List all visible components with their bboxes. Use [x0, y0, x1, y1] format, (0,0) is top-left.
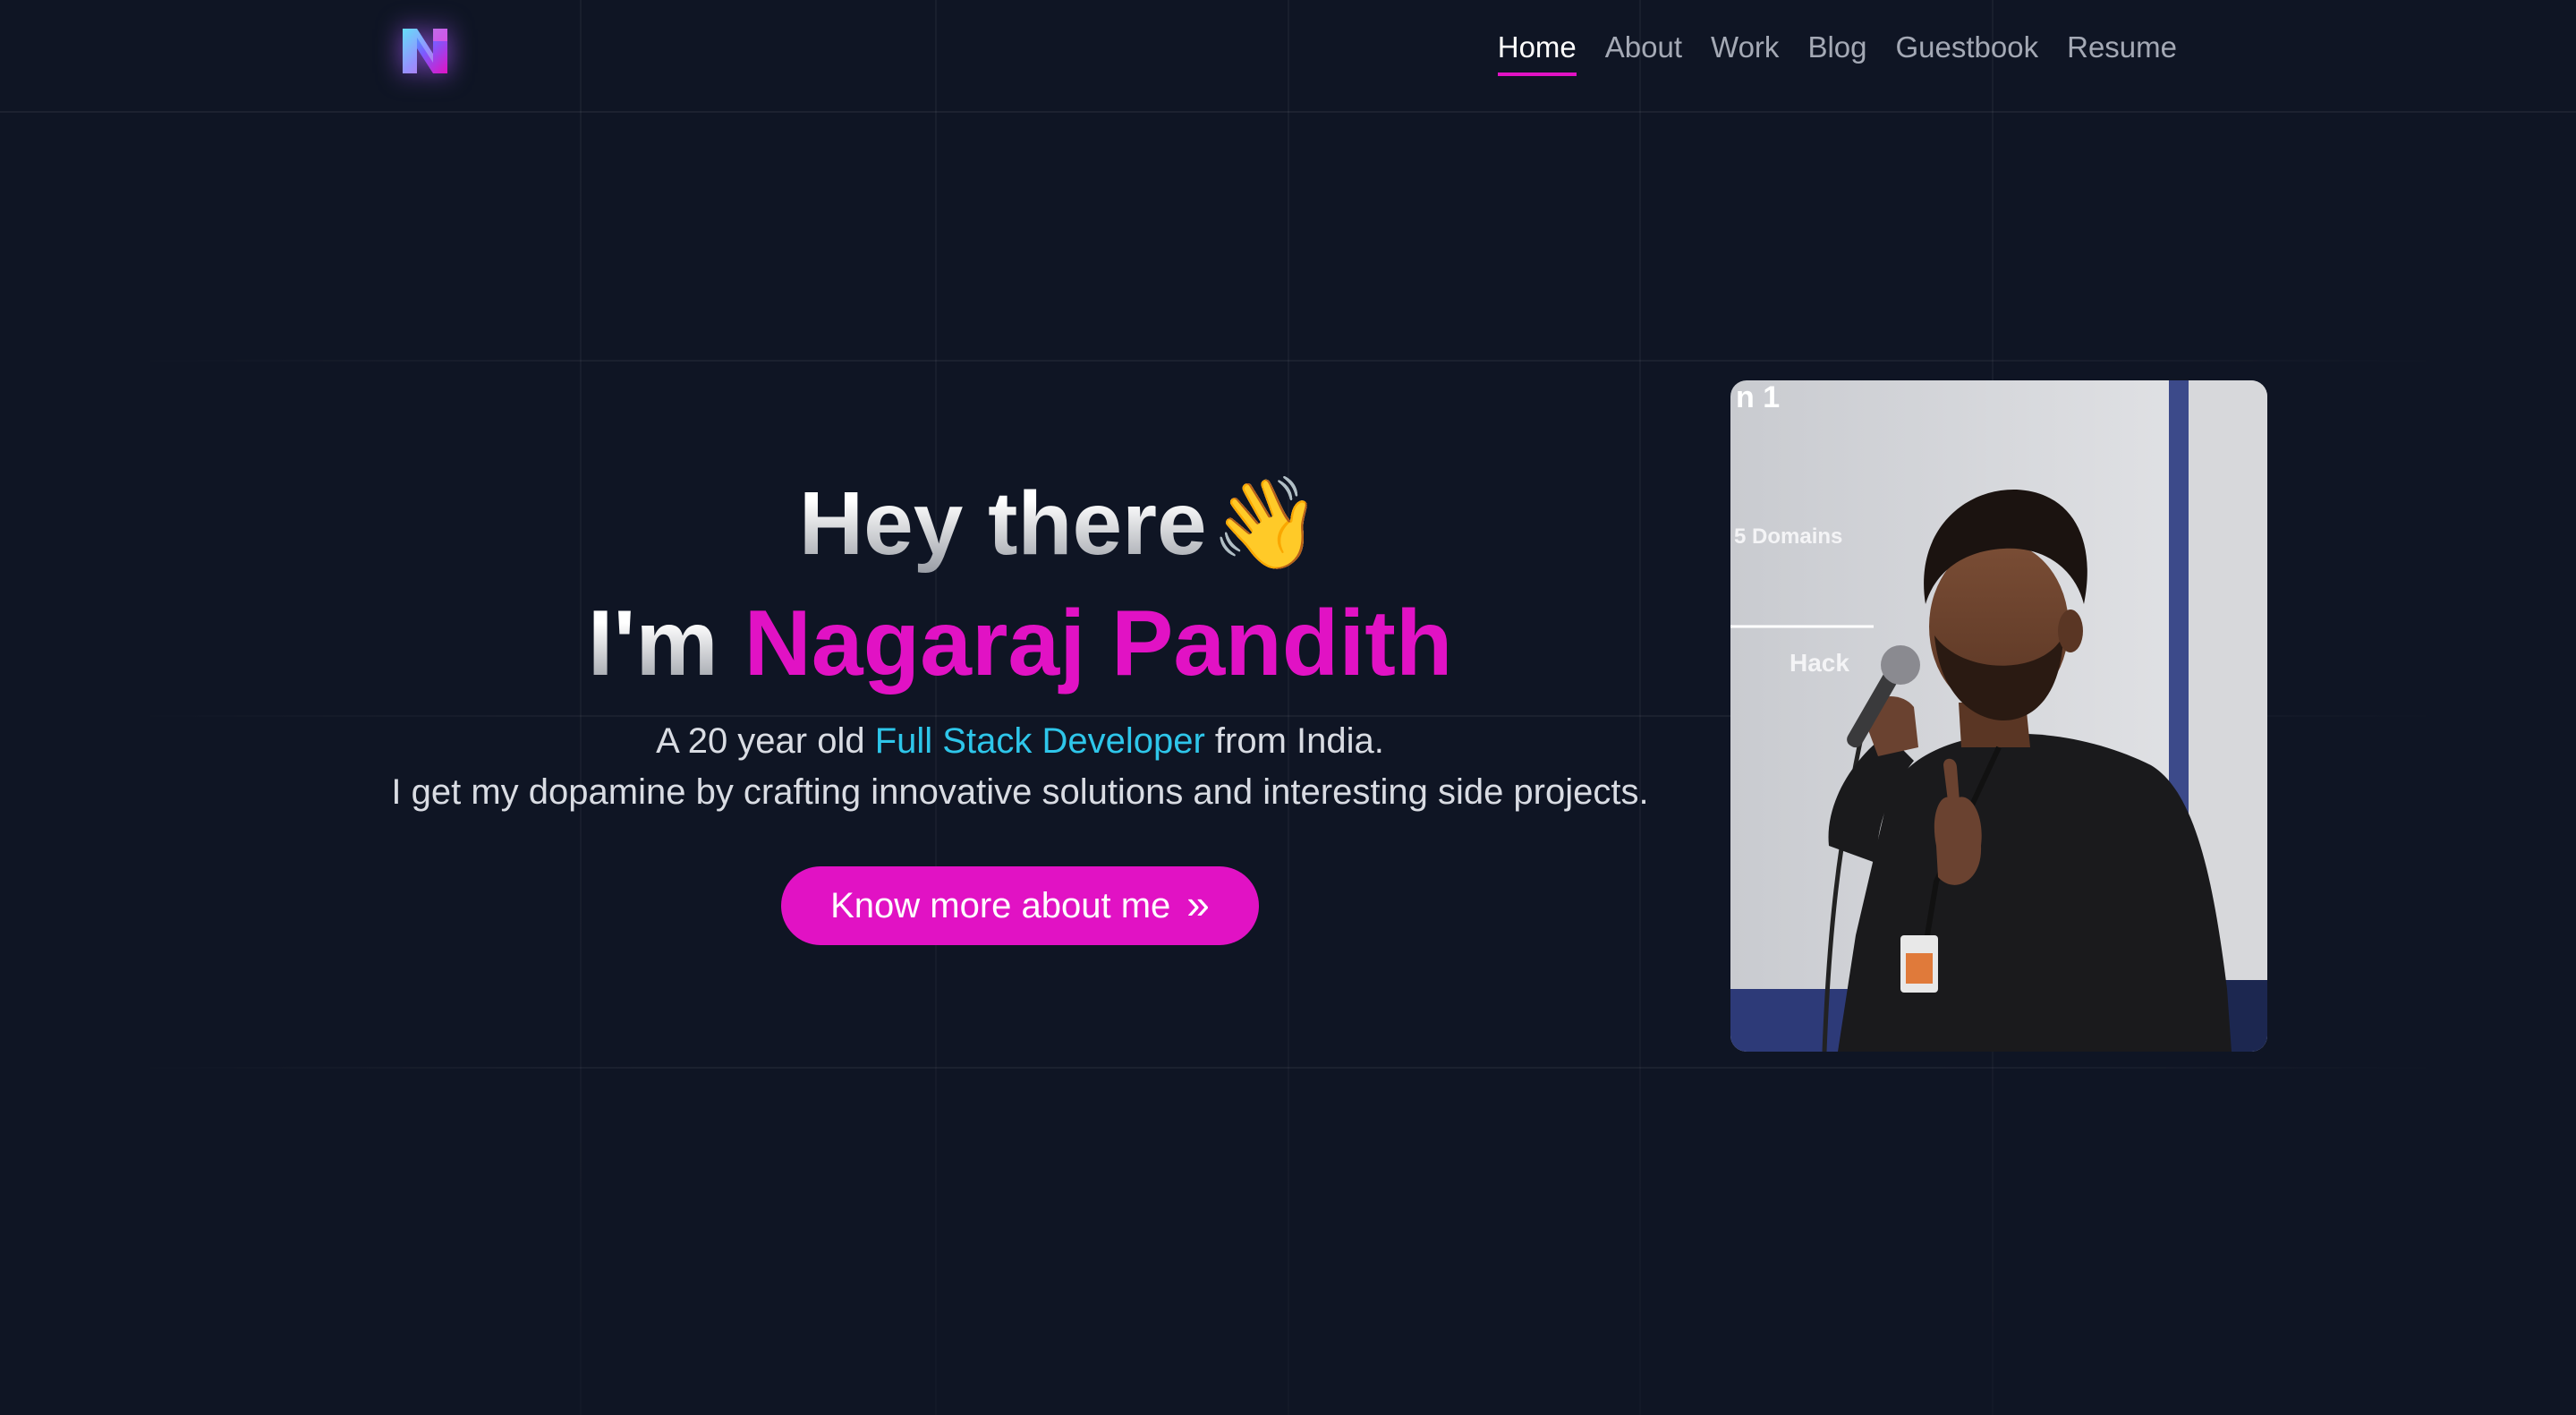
page: Home About Work Blog Guestbook Resume He…: [0, 0, 2576, 1415]
bio-line1-after: from India.: [1214, 721, 1384, 761]
nav-about[interactable]: About: [1605, 27, 1682, 76]
hero-section: Hey there👋 I'm Nagaraj Pandith A 20 year…: [304, 465, 1736, 818]
hero-bio: A 20 year old Full Stack Developer from …: [304, 716, 1736, 818]
double-chevron-right-icon: »: [1186, 881, 1210, 927]
bio-highlight-role: Full Stack Developer: [874, 721, 1205, 761]
slide-text-hack: Hack: [1790, 649, 1849, 677]
waving-hand-icon: 👋: [1210, 473, 1322, 574]
main-nav: Home About Work Blog Guestbook Resume: [1497, 27, 2177, 76]
intro-prefix: I'm: [587, 592, 718, 695]
bio-line1-before: A 20 year old: [656, 721, 865, 761]
grid-line: [0, 360, 2576, 362]
nav-home[interactable]: Home: [1497, 27, 1577, 76]
profile-photo-image: n 1 5 Domains Hack: [1730, 380, 2267, 1052]
grid-line: [0, 1067, 2576, 1069]
hero-name: Nagaraj Pandith: [744, 592, 1453, 695]
hero-intro: I'm Nagaraj Pandith: [304, 582, 1736, 705]
nav-resume[interactable]: Resume: [2067, 27, 2177, 76]
know-more-label: Know more about me: [830, 885, 1171, 925]
nav-blog[interactable]: Blog: [1807, 27, 1866, 76]
nav-work[interactable]: Work: [1711, 27, 1779, 76]
profile-photo: n 1 5 Domains Hack: [1730, 380, 2267, 1052]
bio-line-1: A 20 year old Full Stack Developer from …: [304, 716, 1736, 767]
logo-icon: [403, 29, 447, 73]
greeting-text: Hey there: [798, 473, 1207, 574]
site-header: Home About Work Blog Guestbook Resume: [0, 0, 2576, 113]
bio-line-2: I get my dopamine by crafting innovative…: [391, 772, 1649, 812]
np-logo[interactable]: [397, 23, 453, 79]
nav-guestbook[interactable]: Guestbook: [1896, 27, 2039, 76]
slide-text-domains: 5 Domains: [1734, 524, 1842, 549]
slide-text-top: n 1: [1736, 380, 1780, 414]
know-more-button[interactable]: Know more about me »: [781, 866, 1259, 945]
hero-greeting: Hey there👋: [344, 465, 1776, 582]
